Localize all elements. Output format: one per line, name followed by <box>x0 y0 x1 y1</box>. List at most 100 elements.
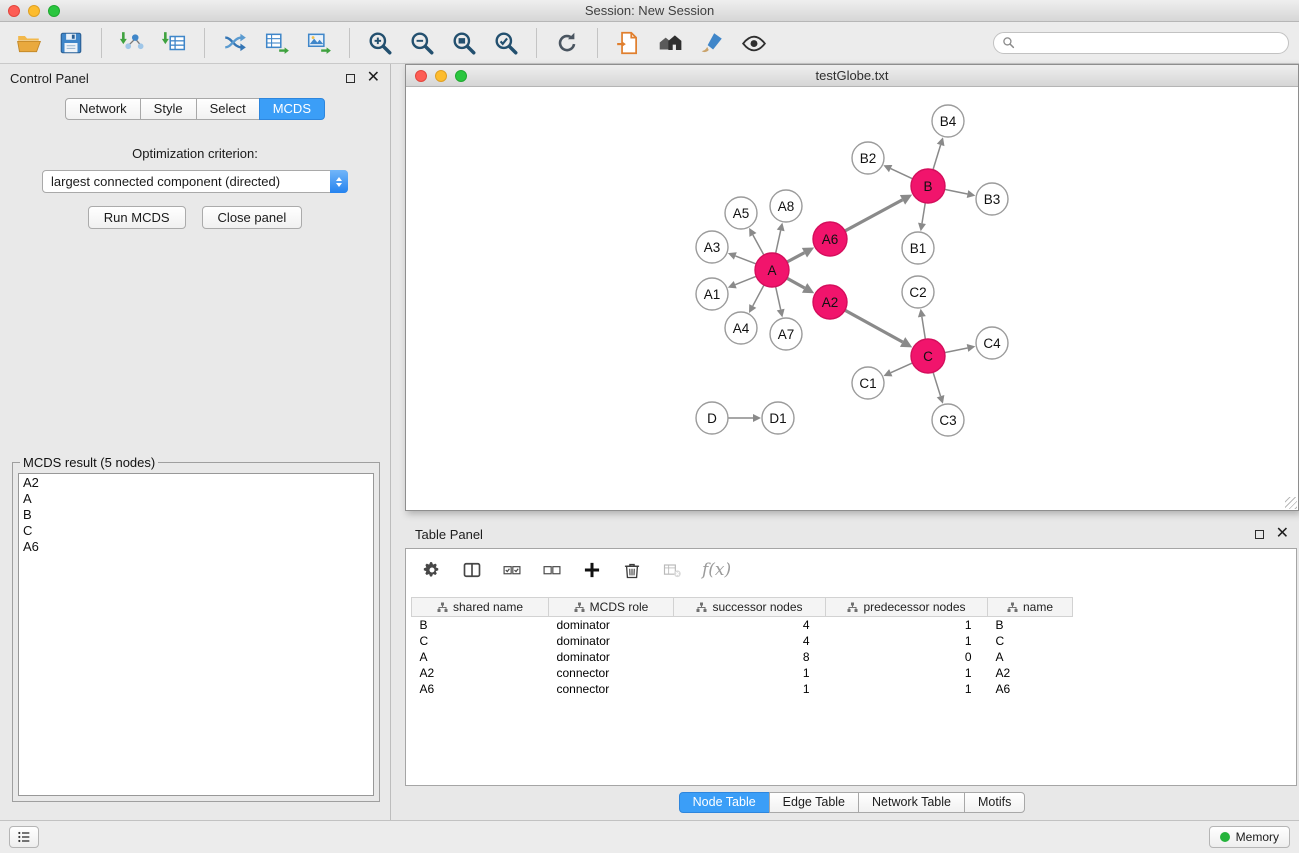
memory-button[interactable]: Memory <box>1209 826 1290 848</box>
refresh-view-button[interactable] <box>548 25 586 61</box>
graph-edge[interactable] <box>933 145 941 170</box>
table-cell-shared-name[interactable]: B <box>412 617 549 633</box>
graph-node[interactable]: D1 <box>762 402 794 434</box>
zoom-fit-button[interactable] <box>445 25 483 61</box>
table-cell-name[interactable]: A <box>988 649 1073 665</box>
table-cell-shared-name[interactable]: A <box>412 649 549 665</box>
open-session-file-button[interactable] <box>609 25 647 61</box>
column-header-shared-name[interactable]: shared name <box>412 598 549 617</box>
zoom-network-window-button[interactable] <box>455 70 467 82</box>
graph-node[interactable]: A8 <box>770 190 802 222</box>
search-box[interactable] <box>993 32 1289 54</box>
table-tab-network-table[interactable]: Network Table <box>858 792 965 813</box>
graph-node[interactable]: B3 <box>976 183 1008 215</box>
graph-node[interactable]: C4 <box>976 327 1008 359</box>
table-cell-mcds-role[interactable]: connector <box>549 681 674 697</box>
graph-edge[interactable] <box>845 310 903 342</box>
save-session-button[interactable] <box>52 25 90 61</box>
table-tab-node-table[interactable]: Node Table <box>679 792 770 813</box>
import-table-button[interactable] <box>155 25 193 61</box>
column-header-name[interactable]: name <box>988 598 1073 617</box>
delete-column-button[interactable] <box>622 560 642 580</box>
table-cell-name[interactable]: A6 <box>988 681 1073 697</box>
graph-node-mcds[interactable]: B <box>911 169 945 203</box>
graph-edge[interactable] <box>891 363 913 373</box>
graph-edge[interactable] <box>922 317 926 340</box>
close-table-panel-icon[interactable]: ✕ <box>1276 526 1289 542</box>
network-window-titlebar[interactable]: testGlobe.txt <box>406 65 1298 87</box>
show-graphics-details-button[interactable] <box>735 25 773 61</box>
graph-edge[interactable] <box>735 276 756 284</box>
run-mcds-button[interactable]: Run MCDS <box>88 206 186 229</box>
graph-edge[interactable] <box>787 278 805 288</box>
graph-edge[interactable] <box>753 285 764 306</box>
table-cell-successor-nodes[interactable]: 8 <box>674 649 826 665</box>
close-panel-button[interactable]: Close panel <box>202 206 303 229</box>
search-input[interactable] <box>1020 36 1280 50</box>
zoom-window-button[interactable] <box>48 5 60 17</box>
mcds-result-item[interactable]: A <box>23 491 369 507</box>
close-network-window-button[interactable] <box>415 70 427 82</box>
graph-edge[interactable] <box>776 287 781 310</box>
select-all-button[interactable] <box>502 560 522 580</box>
table-cell-mcds-role[interactable]: dominator <box>549 633 674 649</box>
graph-node[interactable]: D <box>696 402 728 434</box>
window-titlebar[interactable]: Session: New Session <box>0 0 1299 22</box>
graph-node[interactable]: C3 <box>932 404 964 436</box>
column-header-successor-nodes[interactable]: successor nodes <box>674 598 826 617</box>
table-cell-name[interactable]: A2 <box>988 665 1073 681</box>
table-row[interactable]: Adominator80A <box>412 649 1292 665</box>
graph-edge[interactable] <box>776 230 781 253</box>
tab-select[interactable]: Select <box>196 98 260 120</box>
graph-node[interactable]: C1 <box>852 367 884 399</box>
graph-edge[interactable] <box>945 348 968 353</box>
graph-edge[interactable] <box>753 235 764 255</box>
mcds-result-item[interactable]: B <box>23 507 369 523</box>
table-cell-predecessor-nodes[interactable]: 1 <box>826 617 988 633</box>
table-cell-predecessor-nodes[interactable]: 1 <box>826 665 988 681</box>
resize-handle[interactable] <box>1285 497 1297 509</box>
graph-edge[interactable] <box>735 256 756 264</box>
graph-node-mcds[interactable]: A2 <box>813 285 847 319</box>
table-cell-successor-nodes[interactable]: 4 <box>674 633 826 649</box>
table-cell-successor-nodes[interactable]: 4 <box>674 617 826 633</box>
network-canvas[interactable]: AA1A2A3A4A5A6A7A8BB1B2B3B4CC1C2C3C4DD1 <box>406 87 1298 510</box>
graph-node[interactable]: B4 <box>932 105 964 137</box>
tab-network[interactable]: Network <box>65 98 141 120</box>
table-cell-name[interactable]: C <box>988 633 1073 649</box>
zoom-selected-button[interactable] <box>487 25 525 61</box>
table-cell-shared-name[interactable]: A6 <box>412 681 549 697</box>
table-tab-edge-table[interactable]: Edge Table <box>769 792 859 813</box>
graph-node[interactable]: A5 <box>725 197 757 229</box>
import-network-button[interactable] <box>113 25 151 61</box>
graph-node[interactable]: B1 <box>902 232 934 264</box>
mcds-result-list[interactable]: A2ABCA6 <box>18 473 374 796</box>
table-cell-successor-nodes[interactable]: 1 <box>674 681 826 697</box>
graph-edge[interactable] <box>922 203 925 224</box>
table-row[interactable]: Bdominator41B <box>412 617 1292 633</box>
table-cell-mcds-role[interactable]: connector <box>549 665 674 681</box>
table-cell-shared-name[interactable]: C <box>412 633 549 649</box>
column-header-mcds-role[interactable]: MCDS role <box>549 598 674 617</box>
float-panel-icon[interactable] <box>346 74 355 83</box>
graph-node[interactable]: C2 <box>902 276 934 308</box>
graph-node[interactable]: A7 <box>770 318 802 350</box>
network-graph[interactable]: AA1A2A3A4A5A6A7A8BB1B2B3B4CC1C2C3C4DD1 <box>406 87 1298 510</box>
graph-node-mcds[interactable]: A6 <box>813 222 847 256</box>
graph-edge[interactable] <box>787 253 804 262</box>
zoom-out-button[interactable] <box>403 25 441 61</box>
minimize-network-window-button[interactable] <box>435 70 447 82</box>
close-panel-icon[interactable]: ✕ <box>367 70 380 86</box>
table-settings-button[interactable] <box>422 560 442 580</box>
tab-mcds[interactable]: MCDS <box>259 98 325 120</box>
table-cell-predecessor-nodes[interactable]: 1 <box>826 681 988 697</box>
export-image-button[interactable] <box>300 25 338 61</box>
graph-node-mcds[interactable]: C <box>911 339 945 373</box>
export-network-button[interactable] <box>216 25 254 61</box>
criterion-select[interactable]: largest connected component (directed) <box>42 170 348 193</box>
table-row[interactable]: Cdominator41C <box>412 633 1292 649</box>
add-column-button[interactable] <box>582 560 602 580</box>
mcds-result-item[interactable]: A6 <box>23 539 369 555</box>
mcds-result-item[interactable]: C <box>23 523 369 539</box>
table-cell-predecessor-nodes[interactable]: 1 <box>826 633 988 649</box>
